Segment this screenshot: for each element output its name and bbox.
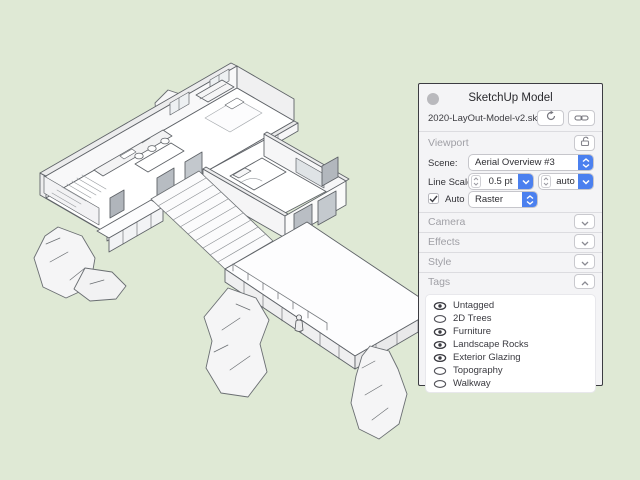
line-scale-mode-field[interactable]: auto [538, 173, 594, 190]
tag-row[interactable]: Landscape Rocks [426, 338, 595, 351]
relink-model-button[interactable] [568, 110, 595, 126]
layout-canvas: { "colors":{ "canvas_background":"#dfe9d… [0, 0, 640, 480]
visibility-on-icon[interactable] [433, 340, 448, 350]
divider [419, 131, 602, 132]
refresh-icon [545, 109, 557, 127]
chevron-down-icon [581, 233, 589, 251]
visibility-on-icon[interactable] [433, 301, 448, 311]
line-scale-value-field[interactable]: 0.5 pt [468, 173, 534, 190]
visibility-off-icon[interactable] [433, 379, 448, 389]
chevron-down-icon [581, 213, 589, 231]
tag-name: Topography [453, 365, 503, 376]
tag-row[interactable]: 2D Trees [426, 312, 595, 325]
tag-row[interactable]: Exterior Glazing [426, 351, 595, 364]
style-section-label: Style [428, 256, 451, 268]
tags-section-label: Tags [428, 276, 450, 288]
link-icon [574, 109, 589, 127]
tag-row[interactable]: Furniture [426, 325, 595, 338]
line-scale-mode: auto [551, 176, 578, 187]
tags-list: Untagged 2D Trees Furniture Landscape Ro… [425, 294, 596, 393]
camera-disclosure-button[interactable] [574, 214, 595, 229]
tags-disclosure-button[interactable] [574, 274, 595, 289]
chevron-up-icon [581, 273, 589, 291]
scene-label: Scene: [428, 158, 458, 169]
line-scale-value: 0.5 pt [481, 176, 518, 187]
visibility-on-icon[interactable] [433, 353, 448, 363]
divider [419, 252, 602, 253]
panel-title: SketchUp Model [419, 92, 602, 104]
model-filename: 2020-LayOut-Model-v2.skp [428, 113, 543, 124]
auto-label: Auto [445, 194, 465, 205]
camera-section-label: Camera [428, 216, 465, 228]
tag-row[interactable]: Walkway [426, 377, 595, 390]
rock-below-house [204, 288, 269, 397]
viewport-section-label: Viewport [428, 137, 469, 149]
stepper-icon[interactable] [541, 175, 551, 188]
render-mode-value: Raster [469, 194, 522, 205]
dropdown-chevron-icon [578, 174, 593, 189]
tag-name: Furniture [453, 326, 491, 337]
person-figure [295, 315, 303, 332]
refresh-model-button[interactable] [537, 110, 564, 126]
effects-disclosure-button[interactable] [574, 234, 595, 249]
tag-name: 2D Trees [453, 313, 492, 324]
tag-name: Exterior Glazing [453, 352, 521, 363]
visibility-off-icon[interactable] [433, 314, 448, 324]
auto-render-checkbox[interactable] [428, 193, 439, 204]
divider [419, 232, 602, 233]
tag-name: Untagged [453, 300, 494, 311]
tag-name: Landscape Rocks [453, 339, 529, 350]
scene-dropdown[interactable]: Aerial Overview #3 [468, 154, 594, 171]
scene-value: Aerial Overview #3 [469, 157, 578, 168]
style-disclosure-button[interactable] [574, 254, 595, 269]
visibility-on-icon[interactable] [433, 327, 448, 337]
tag-row[interactable]: Topography [426, 364, 595, 377]
divider [419, 272, 602, 273]
divider [419, 212, 602, 213]
visibility-off-icon[interactable] [433, 366, 448, 376]
popup-chevrons-icon [578, 155, 593, 170]
tag-row[interactable]: Untagged [426, 299, 595, 312]
sketchup-model-panel: SketchUp Model 2020-LayOut-Model-v2.skp … [418, 83, 603, 386]
dropdown-chevron-icon [518, 174, 533, 189]
unlock-icon [579, 134, 591, 152]
render-mode-dropdown[interactable]: Raster [468, 191, 538, 208]
chevron-down-icon [581, 253, 589, 271]
viewport-lock-button[interactable] [574, 135, 595, 151]
stepper-icon[interactable] [471, 175, 481, 188]
tag-name: Walkway [453, 378, 491, 389]
effects-section-label: Effects [428, 236, 460, 248]
popup-chevrons-icon [522, 192, 537, 207]
